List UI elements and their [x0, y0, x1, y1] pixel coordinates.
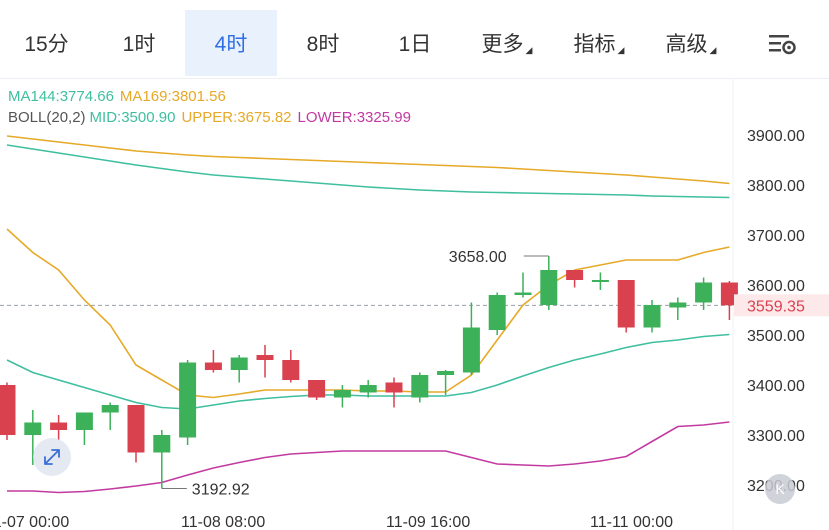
y-axis-tick-label: 3900.00 [747, 128, 805, 145]
tab-label: 4时 [214, 33, 248, 56]
candle-down [385, 382, 403, 393]
tab-label: 高级 [665, 33, 708, 56]
candle-up [437, 371, 455, 375]
candle-down [308, 380, 326, 398]
dropdown-caret-icon: ◢ [525, 44, 533, 55]
tab-label: 更多 [481, 33, 524, 56]
candle-down [50, 422, 68, 430]
candle-down [256, 355, 274, 360]
candle-up [643, 305, 661, 328]
y-axis-tick-label: 3800.00 [747, 178, 805, 195]
candlestick-chart[interactable]: 3900.00 3800.00 3700.00 3600.00 3500.00 3400.… [0, 79, 829, 530]
x-axis-tick-label: 11-09 16:00 [386, 514, 470, 530]
dropdown-caret-icon: ◢ [617, 44, 625, 55]
tab-1day[interactable]: 1日 [369, 10, 461, 76]
candle-down [566, 270, 584, 280]
candle-down [0, 385, 16, 435]
candle-up [153, 435, 171, 453]
min-price-label: 3192.92 [192, 482, 250, 499]
candle-up [540, 270, 558, 305]
candle-up [488, 295, 506, 330]
x-axis-tick-label: 11-07 00:00 [0, 514, 69, 530]
x-axis-tick-label: 11-11 00:00 [590, 514, 673, 530]
tab-1hour[interactable]: 1时 [93, 10, 185, 76]
candle-up [75, 412, 93, 430]
candle-down [127, 405, 145, 453]
candle-up [462, 327, 480, 373]
candle-up [411, 375, 429, 398]
candle-up [591, 280, 609, 282]
candle-up [359, 385, 377, 393]
expand-arrows-icon[interactable] [33, 438, 71, 476]
chart-settings-icon[interactable] [766, 30, 798, 58]
timeframe-tab-bar: 15分 1时 4时 8时 1日 更多 ◢ 指标 ◢ 高级 ◢ [0, 0, 829, 78]
candle-up [695, 282, 713, 303]
candle-up [230, 357, 248, 370]
dropdown-caret-icon: ◢ [709, 44, 717, 55]
candle-down [204, 362, 222, 370]
y-axis-tick-label: 3400.00 [747, 378, 805, 395]
y-axis-tick-label: 3300.00 [747, 428, 805, 445]
x-axis-tick-label: 11-08 08:00 [181, 514, 265, 530]
tab-label: 1日 [398, 33, 432, 56]
tab-15min[interactable]: 15分 [0, 10, 93, 76]
y-axis-tick-label: 3600.00 [747, 278, 805, 295]
candle-up [179, 362, 197, 438]
y-axis-tick-label: 3700.00 [747, 228, 805, 245]
tab-label: 8时 [306, 33, 340, 56]
tab-indicators[interactable]: 指标 ◢ [553, 10, 645, 76]
tab-advanced[interactable]: 高级 ◢ [645, 10, 737, 76]
y-axis-tick-label: 3500.00 [747, 328, 805, 345]
candle-up [333, 390, 351, 398]
current-price-tag: 3559.35 [747, 298, 805, 315]
tab-label: 1时 [122, 33, 156, 56]
candle-down [282, 360, 300, 380]
candle-up [24, 422, 42, 435]
tab-8hour[interactable]: 8时 [277, 10, 369, 76]
lower-line [7, 421, 730, 494]
mid-line [6, 333, 730, 410]
kline-button[interactable]: K [765, 474, 795, 504]
ma144-line [6, 144, 730, 199]
candle-up [669, 302, 687, 308]
candle-up [514, 292, 532, 295]
tab-4hour[interactable]: 4时 [185, 10, 277, 76]
max-price-label: 3658.00 [449, 249, 507, 266]
tab-more[interactable]: 更多 ◢ [461, 10, 553, 76]
candle-up [101, 405, 119, 413]
tab-label: 指标 [573, 33, 616, 56]
candle-down [617, 280, 635, 328]
ma169-line [6, 135, 730, 185]
kline-button-label: K [775, 481, 785, 497]
tab-label: 15分 [24, 33, 69, 56]
